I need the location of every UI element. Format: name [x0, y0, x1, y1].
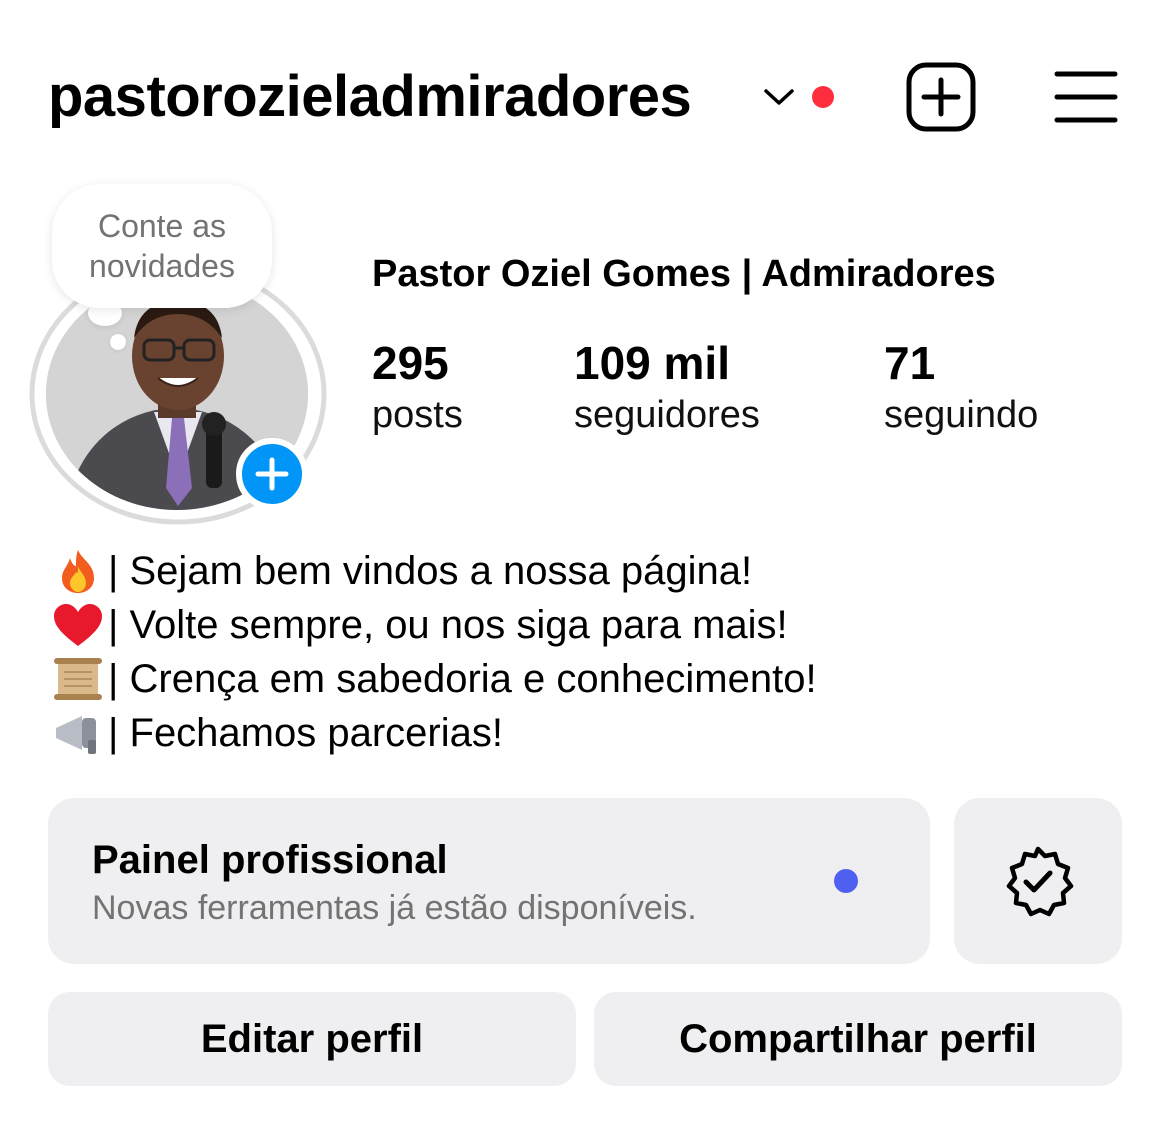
meta-verified-button[interactable]: [954, 798, 1122, 964]
bio: | Sejam bem vindos a nossa página! | Vol…: [52, 544, 817, 760]
notification-dot: [812, 86, 834, 108]
panel-title: Painel profissional: [92, 838, 448, 882]
bio-text: | Fechamos parcerias!: [108, 711, 503, 755]
note-bubble-tail-small: [110, 334, 126, 350]
menu-icon[interactable]: [1054, 70, 1118, 124]
bio-line: | Crença em sabedoria e conhecimento!: [52, 652, 817, 706]
stat-label: seguindo: [884, 394, 1039, 436]
fire-icon: [62, 550, 94, 593]
scroll-icon: [54, 658, 102, 700]
chevron-down-icon[interactable]: [762, 86, 796, 108]
verified-badge-icon: [1006, 846, 1074, 917]
stat-label: posts: [372, 394, 463, 436]
note-bubble-line1: Conte as: [97, 208, 227, 244]
note-bubble-line2: novidades: [89, 248, 235, 284]
stat-label: seguidores: [574, 394, 760, 436]
account-username[interactable]: pastorozieladmiradores: [48, 62, 692, 132]
create-icon[interactable]: [906, 62, 976, 132]
stat-value: 71: [884, 337, 936, 389]
panel-subtitle: Novas ferramentas já estão disponíveis.: [92, 889, 697, 927]
stat-posts[interactable]: 295 posts: [372, 336, 463, 440]
stat-following[interactable]: 71 seguindo: [884, 336, 1038, 440]
stat-value: 109 mil: [574, 337, 730, 389]
bio-line: | Fechamos parcerias!: [52, 706, 817, 760]
bio-line: | Sejam bem vindos a nossa página!: [52, 544, 817, 598]
bio-text: | Volte sempre, ou nos siga para mais!: [108, 603, 788, 647]
stat-value: 295: [372, 337, 449, 389]
bio-text: | Sejam bem vindos a nossa página!: [108, 549, 753, 593]
professional-dashboard[interactable]: Painel profissional Novas ferramentas já…: [48, 798, 930, 964]
unread-dot: [834, 869, 858, 893]
note-bubble[interactable]: Conte as novidades: [52, 184, 272, 308]
share-profile-button[interactable]: Compartilhar perfil: [594, 992, 1122, 1086]
bio-line: | Volte sempre, ou nos siga para mais!: [52, 598, 817, 652]
edit-profile-button[interactable]: Editar perfil: [48, 992, 576, 1086]
bio-text: | Crença em sabedoria e conhecimento!: [108, 657, 817, 701]
add-story-button[interactable]: [236, 438, 308, 510]
stat-followers[interactable]: 109 mil seguidores: [574, 336, 760, 440]
megaphone-icon: [56, 716, 96, 754]
heart-icon: [54, 604, 102, 646]
profile-full-name: Pastor Oziel Gomes | Admiradores: [372, 253, 996, 295]
plus-icon: [255, 457, 289, 491]
